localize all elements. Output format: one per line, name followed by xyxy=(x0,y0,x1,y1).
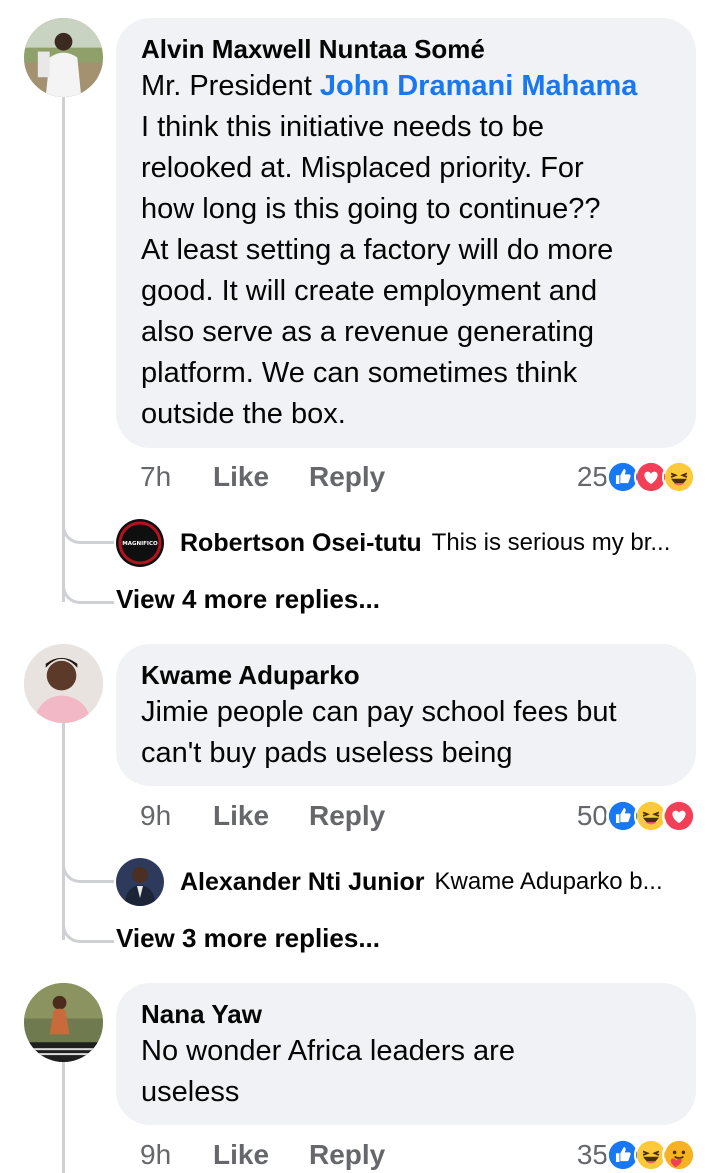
reaction-count: 35 xyxy=(576,1139,608,1170)
reaction-count: 25 xyxy=(576,461,608,492)
reply-snippet: This is serious my br... xyxy=(431,529,671,556)
reply-avatar[interactable]: MAGNIFICO xyxy=(116,519,164,567)
reply-connector xyxy=(62,510,114,544)
view-more-replies-link[interactable]: View 4 more replies... xyxy=(116,582,380,616)
reply-preview[interactable]: Alexander Nti Junior Kwame Aduparko b... xyxy=(116,857,696,907)
comment-text-line: At least setting a factory will do more xyxy=(141,234,614,266)
reactions-summary[interactable]: 25 xyxy=(577,457,696,497)
reply-button[interactable]: Reply xyxy=(309,800,385,832)
comment-bubble: Kwame Aduparko Jimie people can pay scho… xyxy=(116,644,696,786)
like-button[interactable]: Like xyxy=(213,800,309,832)
love-reaction-icon xyxy=(662,799,696,833)
comment-text-line: platform. We can sometimes think xyxy=(141,357,578,389)
reply-avatar-photo-icon: MAGNIFICO xyxy=(116,519,164,567)
reply-author[interactable]: Alexander Nti Junior xyxy=(180,868,425,897)
comment-timestamp[interactable]: 9h xyxy=(140,1139,213,1171)
reply-avatar-logo-text: MAGNIFICO xyxy=(122,541,158,547)
comment-actions: 7h Like Reply 25 xyxy=(140,457,700,497)
comment-text: No wonder Africa leaders are useless xyxy=(141,1031,672,1113)
reply-avatar[interactable] xyxy=(116,858,164,906)
reaction-count: 50 xyxy=(576,800,608,831)
reply-snippet: Kwame Aduparko b... xyxy=(434,868,663,895)
comment-bubble: Alvin Maxwell Nuntaa Somé Mr. President … xyxy=(116,18,696,448)
comment-text-line: also serve as a revenue generating xyxy=(141,316,595,348)
view-more-connector xyxy=(62,544,114,604)
comment-bubble: Nana Yaw No wonder Africa leaders are us… xyxy=(116,983,696,1125)
avatar-photo-icon xyxy=(24,18,103,97)
avatar[interactable] xyxy=(24,18,103,97)
avatar-photo-icon xyxy=(24,644,103,723)
thread-line xyxy=(62,1061,65,1173)
view-more-replies-link[interactable]: View 3 more replies... xyxy=(116,921,380,955)
comment-text-line: outside the box. xyxy=(141,398,346,430)
reply-author[interactable]: Robertson Osei-tutu xyxy=(180,529,422,558)
comment-actions: 9h Like Reply 35 xyxy=(140,1135,700,1173)
avatar-photo-icon xyxy=(24,983,103,1062)
comment-text-line: relooked at. Misplaced priority. For xyxy=(141,152,584,184)
reactions-summary[interactable]: 35 xyxy=(577,1135,696,1173)
reply-avatar-photo-icon xyxy=(116,858,164,906)
comment-timestamp[interactable]: 9h xyxy=(140,800,213,832)
comment-text: Jimie people can pay school fees but can… xyxy=(141,692,672,774)
avatar[interactable] xyxy=(24,644,103,723)
comment-actions: 9h Like Reply 50 xyxy=(140,796,700,836)
comment-text-line: can't buy pads useless being xyxy=(141,737,513,769)
comment-text-line: Jimie people can pay school fees but xyxy=(141,696,617,728)
reply-button[interactable]: Reply xyxy=(309,461,385,493)
comment-text-line: useless xyxy=(141,1076,240,1108)
comment-text-prefix: Mr. President xyxy=(141,70,320,102)
comment-text-line: I think this initiative needs to be xyxy=(141,111,545,143)
like-button[interactable]: Like xyxy=(213,1139,309,1171)
haha-reaction-icon xyxy=(662,460,696,494)
comment-text: Mr. President John Dramani Mahama I thin… xyxy=(141,66,672,435)
comment-author[interactable]: Alvin Maxwell Nuntaa Somé xyxy=(141,32,672,66)
comment-text-line: No wonder Africa leaders are xyxy=(141,1035,515,1067)
view-more-connector xyxy=(62,883,114,943)
avatar[interactable] xyxy=(24,983,103,1062)
reply-button[interactable]: Reply xyxy=(309,1139,385,1171)
mention-link[interactable]: John Dramani Mahama xyxy=(320,70,637,102)
like-button[interactable]: Like xyxy=(213,461,309,493)
comment-text-line: how long is this going to continue?? xyxy=(141,193,601,225)
comment-timestamp[interactable]: 7h xyxy=(140,461,213,493)
comment-text-line: good. It will create employment and xyxy=(141,275,598,307)
reply-preview[interactable]: MAGNIFICO Robertson Osei-tutu This is se… xyxy=(116,518,696,568)
comment-author[interactable]: Nana Yaw xyxy=(141,997,672,1031)
reply-connector xyxy=(62,849,114,883)
care-reaction-icon xyxy=(662,1138,696,1172)
comment-author[interactable]: Kwame Aduparko xyxy=(141,658,672,692)
reactions-summary[interactable]: 50 xyxy=(577,796,696,836)
